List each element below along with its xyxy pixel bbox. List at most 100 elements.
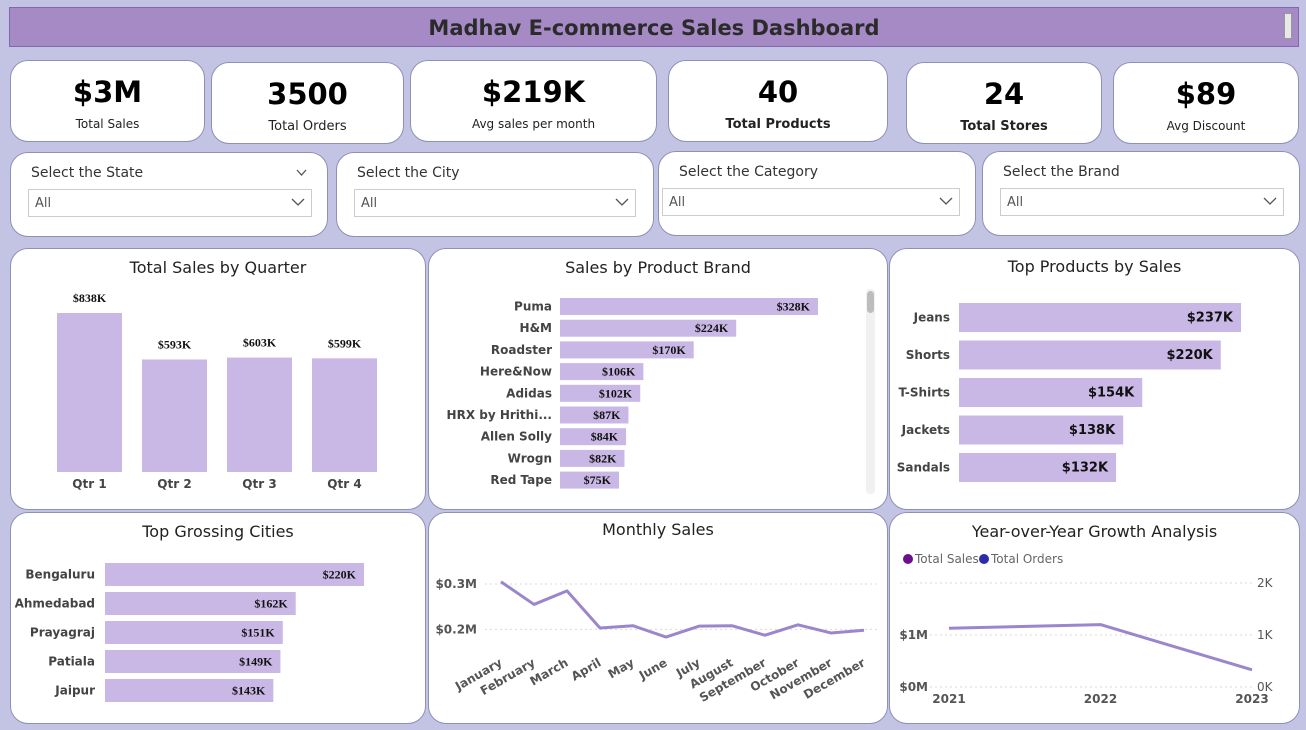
data-label: $75K (584, 473, 612, 487)
chevron-down-icon (939, 197, 953, 205)
x-tick-label: Qtr 1 (72, 477, 106, 491)
x-tick-label: 2022 (1084, 692, 1117, 706)
category-label: Puma (514, 300, 552, 314)
category-label: Shorts (906, 348, 950, 362)
x-tick-label: 2023 (1235, 692, 1268, 706)
brand-chart-card: Sales by Product Brand Puma $328K H&M $224K… (428, 248, 888, 510)
monthly-line-chart: $0.3M$0.2MJanuaryFebruaryMarchApril May Ju… (435, 577, 879, 705)
total-sales-line (948, 623, 1253, 672)
category-label: Ahmedabad (15, 597, 95, 611)
scrollbar-thumb[interactable] (867, 291, 874, 313)
data-label: $328K (777, 300, 811, 314)
category-dropdown[interactable]: All (662, 188, 960, 216)
quarter-chart-card: Total Sales by Quarter $838K Qtr 1 $593K Qt… (10, 248, 426, 510)
category-label: HRX by Hrithi... (447, 408, 552, 422)
data-label: $154K (1088, 386, 1135, 401)
slicer-label: Select the City (357, 165, 460, 181)
category-label: Jeans (913, 311, 950, 325)
data-label: $838K (73, 291, 107, 305)
kpi-avg-sales-per-month: $219K Avg sales per month (410, 60, 657, 142)
data-label: $593K (158, 337, 192, 351)
x-tick-label: Qtr 4 (327, 477, 361, 491)
data-label: $170K (652, 343, 686, 357)
data-label: $149K (239, 655, 273, 669)
category-label: Bengaluru (25, 568, 95, 582)
chevron-down-icon (615, 198, 629, 206)
state-slicer[interactable]: Select the State All (10, 152, 328, 237)
chevron-down-icon (291, 198, 305, 206)
category-slicer[interactable]: Select the Category All (658, 151, 976, 236)
kpi-value: 40 (757, 75, 799, 109)
cities-bar-chart: Bengaluru $220K Ahmedabad $162K Prayagraj $15… (15, 563, 364, 702)
quarter-bar (142, 359, 207, 472)
brand-slicer[interactable]: Select the Brand All (982, 151, 1300, 236)
x-tick-label: 2021 (932, 692, 965, 706)
city-slicer[interactable]: Select the City All (336, 152, 654, 237)
data-label: $220K (1167, 348, 1214, 363)
data-label: $151K (241, 626, 275, 640)
data-label: $132K (1062, 461, 1109, 476)
city-dropdown[interactable]: All (354, 189, 636, 217)
dropdown-value: All (35, 196, 52, 211)
left-y-tick-label: $0M (899, 680, 928, 694)
data-label: $162K (254, 597, 288, 611)
slicer-label: Select the State (31, 165, 144, 181)
data-label: $106K (602, 365, 636, 379)
x-tick-label: June (636, 655, 670, 682)
scrollbar-thumb[interactable] (1284, 13, 1292, 39)
chart-scrollbar[interactable] (866, 289, 875, 494)
brand-bar-chart: Puma $328K H&M $224K Roadster $170K Here&Now $1… (447, 298, 818, 489)
quarter-bar (312, 358, 377, 472)
quarter-bar (57, 313, 122, 472)
category-label: Roadster (491, 343, 552, 357)
kpi-value: $3M (72, 75, 143, 109)
yoy-chart-card: Year-over-Year Growth Analysis Total Sal… (889, 512, 1300, 724)
kpi-label: Avg sales per month (471, 117, 596, 131)
dropdown-value: All (361, 196, 378, 211)
x-tick-label: Qtr 3 (242, 477, 276, 491)
kpi-value: $219K (481, 75, 586, 109)
category-label: Jackets (901, 423, 950, 437)
cities-chart-card: Top Grossing Cities Bengaluru $220K Ahmeda… (10, 512, 426, 724)
kpi-value: 3500 (267, 77, 348, 111)
right-y-tick-label: 1K (1257, 628, 1274, 642)
products-chart-card: Top Products by Sales Jeans $237K Shorts $2… (889, 248, 1300, 510)
kpi-total-products: 40 Total Products (668, 60, 888, 142)
data-label: $220K (323, 568, 357, 582)
data-label: $224K (695, 321, 729, 335)
kpi-value: $89 (1175, 77, 1237, 111)
kpi-total-stores: 24 Total Stores (906, 62, 1102, 144)
right-y-tick-label: 2K (1257, 576, 1274, 590)
kpi-total-orders: 3500 Total Orders (211, 62, 404, 144)
data-label: $599K (328, 336, 362, 350)
x-tick-label: May (606, 655, 637, 681)
brand-dropdown[interactable]: All (1000, 188, 1284, 216)
kpi-label: Total Products (725, 117, 831, 132)
legend-marker (903, 554, 913, 564)
dashboard-title-bar: Madhav E-commerce Sales Dashboard (9, 7, 1299, 47)
dropdown-value: All (669, 195, 686, 210)
kpi-label: Total Sales (75, 117, 140, 131)
category-label: Prayagraj (30, 626, 95, 640)
data-label: $84K (591, 430, 619, 444)
data-label: $138K (1069, 423, 1116, 438)
x-tick-label: March (527, 655, 570, 688)
category-label: Adidas (506, 386, 552, 400)
legend-label: Total Orders (990, 552, 1063, 566)
slicer-label: Select the Category (679, 164, 819, 180)
yoy-line-chart: Total Sales Total Orders0K1K2K$0M$1M2021 2… (899, 552, 1274, 706)
category-label: Jaipur (54, 684, 95, 698)
legend-label: Total Sales (914, 552, 979, 566)
data-label: $87K (593, 408, 621, 422)
kpi-label: Total Orders (268, 119, 347, 134)
data-label: $102K (599, 386, 633, 400)
state-dropdown[interactable]: All (28, 189, 312, 217)
dropdown-value: All (1007, 195, 1024, 210)
quarter-bar-chart: $838K Qtr 1 $593K Qtr 2 $603K Qtr 3 $599K Qtr 4 (57, 291, 377, 491)
chevron-down-icon[interactable] (296, 167, 307, 178)
category-label: Allen Solly (481, 430, 552, 444)
quarter-bar (227, 357, 292, 472)
category-label: Here&Now (480, 365, 552, 379)
data-label: $82K (589, 451, 617, 465)
kpi-label: Avg Discount (1166, 119, 1246, 133)
